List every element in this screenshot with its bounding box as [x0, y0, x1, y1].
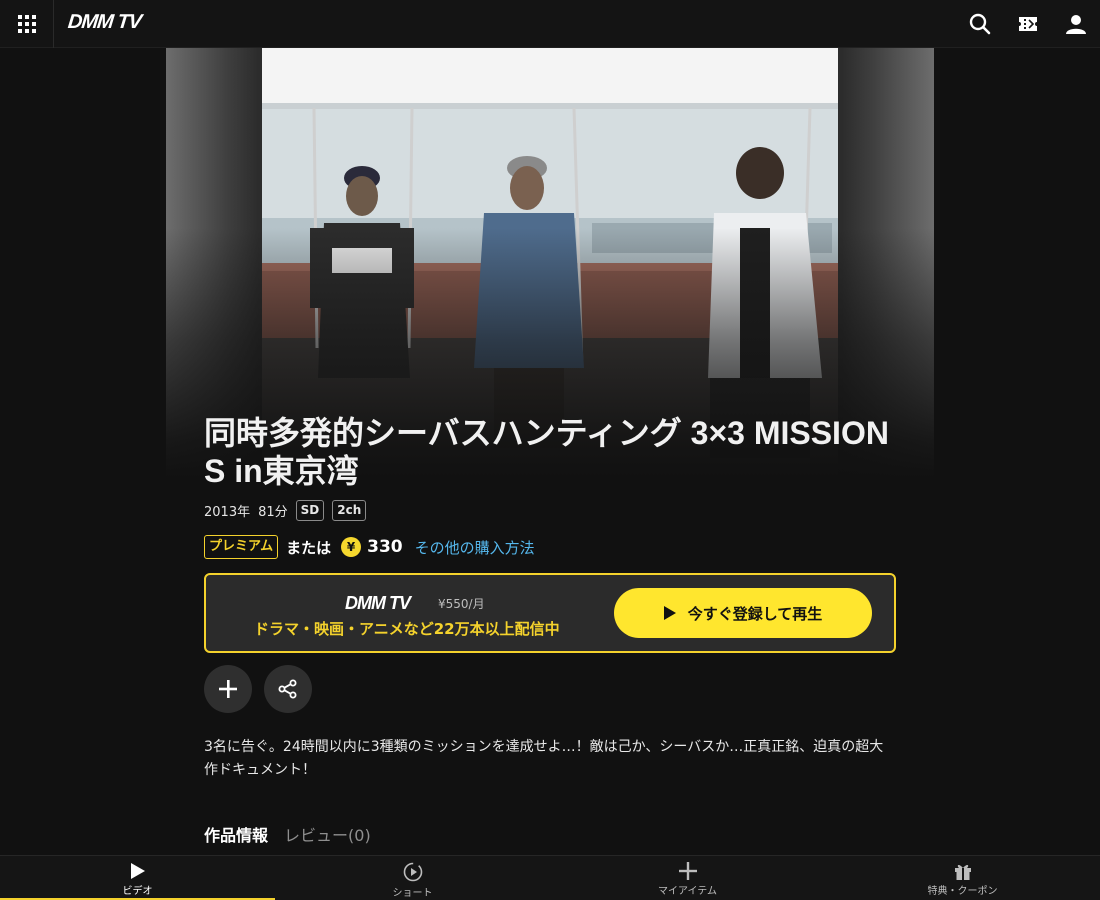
release-year: 2013年 — [204, 505, 251, 520]
dmm-tv-logo[interactable]: DMM TV — [67, 11, 142, 34]
nav-label-my-items: マイアイテム — [658, 886, 717, 897]
premium-promo-banner: DMM TV ¥550/月 ドラマ・映画・アニメなど22万本以上配信中 今すぐ登… — [204, 573, 896, 653]
or-label: または — [286, 538, 332, 557]
play-icon — [663, 606, 676, 620]
nav-item-benefits-coupons[interactable]: 特典・クーポン — [825, 856, 1100, 900]
price-row: プレミアム または ¥ 330 その他の購入方法 — [204, 535, 535, 559]
promo-dmm-tv-logo: DMM TV — [345, 593, 411, 613]
nav-item-short[interactable]: ショート — [275, 856, 550, 900]
subscribe-and-play-label: 今すぐ登録して再生 — [687, 604, 823, 623]
ticket-icon — [1019, 17, 1037, 31]
promo-tagline: ドラマ・映画・アニメなど22万本以上配信中 — [254, 620, 560, 638]
play-icon — [130, 863, 145, 879]
grid-menu-icon — [17, 15, 36, 33]
premium-badge: プレミアム — [204, 535, 279, 559]
account-button[interactable] — [1062, 10, 1090, 38]
yen-coin-icon: ¥ — [341, 537, 362, 557]
ticket-button[interactable] — [1014, 10, 1042, 38]
duration: 81分 — [258, 505, 288, 520]
tab-work-info[interactable]: 作品情報 — [204, 824, 268, 848]
nav-label-benefits-coupons: 特典・クーポン — [927, 886, 998, 897]
other-purchase-methods-link[interactable]: その他の購入方法 — [415, 537, 535, 558]
page-title: 同時多発的シーバスハンティング 3×3 MISSIONS in東京湾 — [204, 415, 889, 489]
grid-menu-button[interactable] — [0, 0, 54, 48]
search-icon — [969, 13, 991, 35]
add-to-mylist-button[interactable] — [204, 665, 252, 713]
audio-channel-badge: 2ch — [332, 500, 367, 521]
promo-monthly-price: ¥550/月 — [438, 597, 485, 611]
tab-reviews[interactable]: レビュー(0) — [284, 824, 371, 848]
bottom-navigation: ビデオ ショート マイアイテム 特典・クーポン — [0, 855, 1100, 900]
short-play-icon — [403, 862, 422, 882]
rental-price: 330 — [367, 537, 403, 557]
video-meta: 2013年 81分 SD 2ch — [204, 500, 374, 521]
share-button[interactable] — [264, 665, 312, 713]
video-description: 3名に告ぐ。24時間以内に3種類のミッションを達成せよ…！敵は己か、シーバスか…… — [204, 739, 884, 778]
nav-label-video: ビデオ — [122, 886, 153, 897]
top-header: DMM TV — [0, 0, 1100, 48]
quality-badge: SD — [295, 500, 325, 521]
plus-icon — [219, 680, 237, 698]
plus-icon — [678, 862, 697, 880]
share-icon — [278, 679, 297, 699]
detail-tabs: 作品情報 レビュー(0) — [204, 824, 387, 848]
subscribe-and-play-button[interactable]: 今すぐ登録して再生 — [614, 588, 872, 638]
gift-icon — [954, 864, 971, 880]
nav-label-short: ショート — [392, 888, 433, 899]
nav-item-video[interactable]: ビデオ — [0, 856, 275, 900]
search-button[interactable] — [966, 10, 994, 38]
nav-item-my-items[interactable]: マイアイテム — [550, 856, 825, 900]
user-icon — [1066, 15, 1086, 34]
